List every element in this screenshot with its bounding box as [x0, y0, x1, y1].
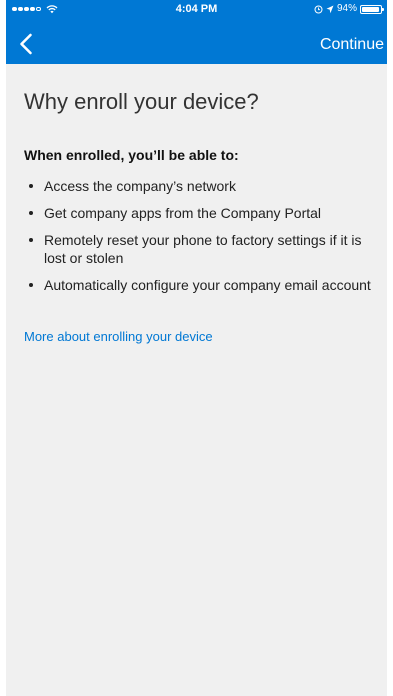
app-header: 4:04 PM 94% Continue — [6, 0, 387, 64]
alarm-icon — [314, 5, 323, 13]
benefit-item-apps: Get company apps from the Company Portal — [24, 204, 374, 222]
battery-level-fill — [362, 6, 379, 12]
benefit-item-network: Access the company’s network — [24, 177, 374, 195]
phone-screen: 4:04 PM 94% Continue Why enroll your dev… — [6, 0, 387, 696]
benefit-item-email: Automatically configure your company ema… — [24, 276, 374, 294]
status-right-group: 94% — [314, 0, 384, 18]
continue-button[interactable]: Continue — [320, 35, 384, 55]
page-title: Why enroll your device? — [24, 89, 259, 114]
battery-icon — [360, 4, 384, 14]
battery-percent: 94% — [336, 3, 357, 14]
benefits-list: Access the company’s network Get company… — [24, 177, 374, 294]
more-about-enrolling-link[interactable]: More about enrolling your device — [24, 328, 213, 346]
enrollment-content: Why enroll your device? When enrolled, y… — [24, 64, 374, 346]
location-arrow-icon — [326, 5, 334, 13]
chevron-left-icon — [20, 33, 32, 55]
benefits-heading: When enrolled, you’ll be able to: — [24, 147, 239, 163]
back-button[interactable] — [14, 30, 38, 58]
status-bar: 4:04 PM 94% — [6, 0, 387, 18]
benefit-item-remote-reset: Remotely reset your phone to factory set… — [24, 231, 374, 267]
